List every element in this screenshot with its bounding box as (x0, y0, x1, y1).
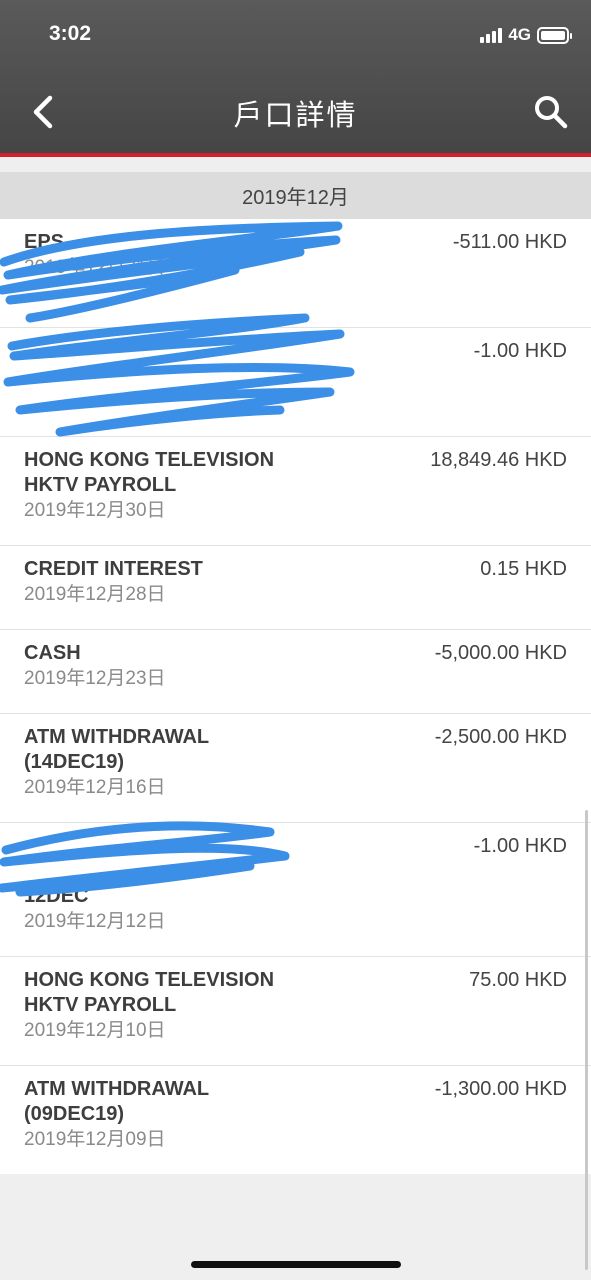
search-button[interactable] (529, 90, 573, 134)
transaction-date: 2019年12月23日 (24, 668, 166, 689)
transaction-amount: 0.15 HKD (480, 558, 567, 580)
transaction-description (24, 834, 344, 859)
transaction-row[interactable]: -1.00 HKD (0, 328, 591, 437)
transaction-description: 12DEC (24, 885, 89, 907)
scrollbar[interactable] (585, 810, 588, 1270)
transaction-description: HONG KONG TELEVISION (24, 969, 275, 991)
transaction-date: 2019年12月28日 (24, 584, 166, 605)
transaction-date: 2019年12月31日 (24, 257, 166, 278)
transaction-list: EPS 2019年12月31日 -511.00 HKD -1.00 HKD HO… (0, 219, 591, 1174)
transaction-date: 2019年12月10日 (24, 1020, 166, 1041)
transaction-row[interactable]: HONG KONG TELEVISION HKTV PAYROLL 2019年1… (0, 957, 591, 1066)
transaction-description: HONG KONG TELEVISION (24, 449, 275, 471)
network-type: 4G (508, 25, 531, 44)
transaction-description: HKTV PAYROLL (24, 474, 177, 496)
top-bar: 3:02 4G 戶口詳情 (0, 0, 591, 153)
header-accent-line (0, 153, 591, 157)
transaction-description: (09DEC19) (24, 1103, 125, 1125)
transaction-description: HKTV PAYROLL (24, 994, 177, 1016)
transaction-date: 2019年12月30日 (24, 500, 166, 521)
transaction-date: 2019年12月09日 (24, 1129, 166, 1150)
transaction-row[interactable]: ATM WITHDRAWAL (14DEC19) 2019年12月16日 -2,… (0, 714, 591, 823)
transaction-amount: 18,849.46 HKD (430, 449, 567, 471)
transaction-description: CASH (24, 642, 81, 664)
transaction-amount: -1.00 HKD (473, 835, 567, 857)
transaction-description: (14DEC19) (24, 751, 125, 773)
search-icon (535, 96, 568, 129)
month-section-header: 2019年12月 (0, 172, 591, 219)
transaction-amount: -2,500.00 HKD (434, 726, 567, 748)
home-indicator[interactable] (191, 1261, 401, 1268)
transaction-row[interactable]: CREDIT INTEREST 2019年12月28日 0.15 HKD (0, 546, 591, 630)
status-time: 3:02 (49, 22, 92, 45)
transaction-description: CREDIT INTEREST (24, 558, 203, 580)
transaction-amount: -1.00 HKD (473, 340, 567, 362)
battery-icon (537, 26, 572, 44)
page-title: 戶口詳情 (233, 100, 358, 132)
transaction-row[interactable]: EPS 2019年12月31日 -511.00 HKD (0, 219, 591, 328)
transaction-amount: -5,000.00 HKD (434, 642, 567, 664)
transaction-row[interactable]: CASH 2019年12月23日 -5,000.00 HKD (0, 630, 591, 714)
transaction-row[interactable]: HONG KONG TELEVISION HKTV PAYROLL 2019年1… (0, 437, 591, 546)
transaction-description: EPS (24, 231, 65, 253)
status-indicators: 4G (480, 24, 572, 46)
transaction-amount: -1,300.00 HKD (434, 1078, 567, 1100)
transaction-amount: -511.00 HKD (452, 231, 567, 253)
transaction-row[interactable]: ATM WITHDRAWAL (09DEC19) 2019年12月09日 -1,… (0, 1066, 591, 1174)
transaction-date: 2019年12月12日 (24, 911, 166, 932)
transaction-date: 2019年12月16日 (24, 777, 166, 798)
transaction-row[interactable]: 12DEC 2019年12月12日 -1.00 HKD (0, 823, 591, 957)
signal-icon (480, 27, 503, 43)
transaction-description: ATM WITHDRAWAL (24, 1078, 210, 1100)
transaction-amount: 75.00 HKD (469, 969, 567, 991)
transaction-description: ATM WITHDRAWAL (24, 726, 210, 748)
